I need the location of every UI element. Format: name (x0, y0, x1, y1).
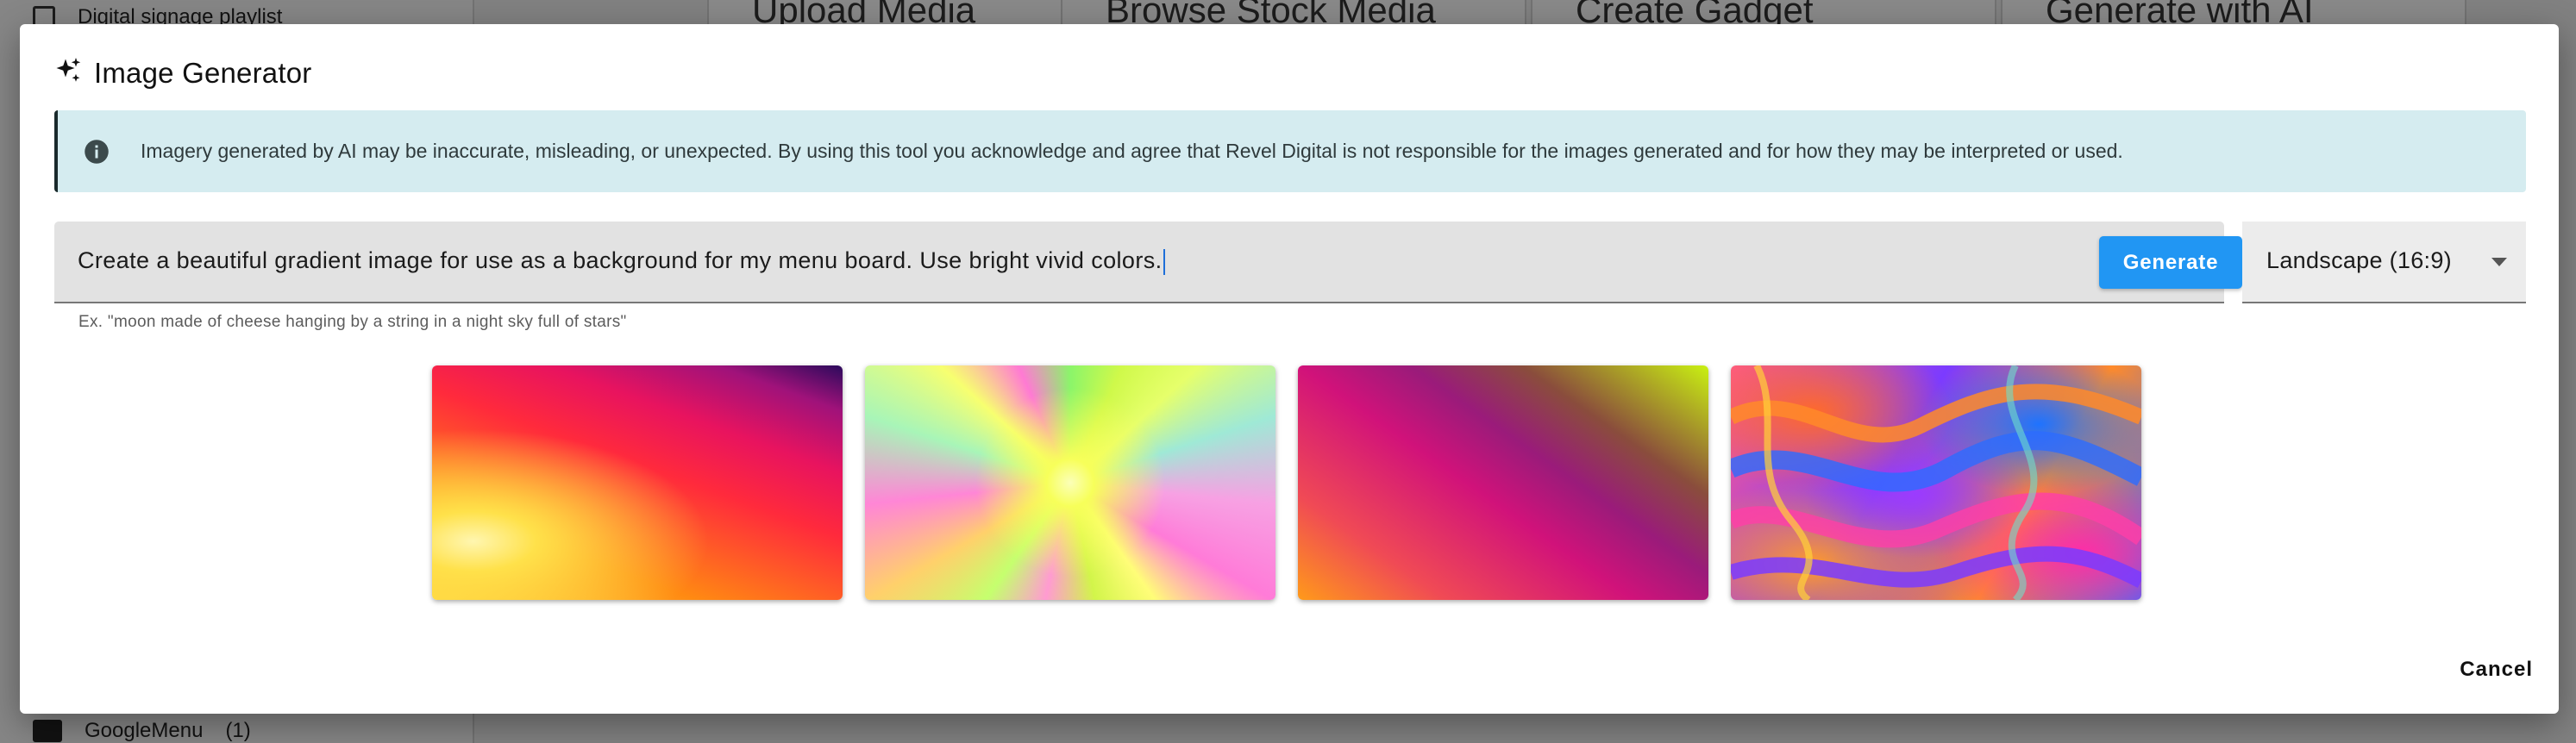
prompt-input-value: Create a beautiful gradient image for us… (78, 247, 1165, 275)
aspect-ratio-select[interactable]: Landscape (16:9) (2242, 222, 2526, 303)
prompt-row: Create a beautiful gradient image for us… (54, 222, 2526, 303)
chevron-down-icon (2491, 258, 2507, 266)
swirl-pattern (1731, 365, 2141, 600)
info-icon (84, 139, 110, 165)
image-generator-dialog: Image Generator Imagery generated by AI … (20, 24, 2559, 714)
text-caret (1163, 248, 1165, 275)
dialog-title: Image Generator (94, 56, 312, 89)
aspect-ratio-value: Landscape (16:9) (2266, 247, 2452, 273)
generated-image-thumbnail[interactable] (1298, 365, 1708, 600)
generated-image-thumbnail[interactable] (432, 365, 843, 600)
sparkles-icon (53, 55, 84, 91)
cancel-button[interactable]: Cancel (2460, 658, 2533, 682)
generated-image-thumbnail[interactable] (865, 365, 1275, 600)
dialog-header: Image Generator (53, 55, 311, 91)
prompt-input[interactable]: Create a beautiful gradient image for us… (54, 222, 2224, 303)
ai-disclaimer-alert: Imagery generated by AI may be inaccurat… (54, 110, 2526, 192)
alert-text: Imagery generated by AI may be inaccurat… (141, 140, 2123, 162)
prompt-hint: Ex. "moon made of cheese hanging by a st… (78, 313, 627, 331)
generate-button[interactable]: Generate (2099, 236, 2242, 289)
generated-image-thumbnail[interactable] (1731, 365, 2141, 600)
